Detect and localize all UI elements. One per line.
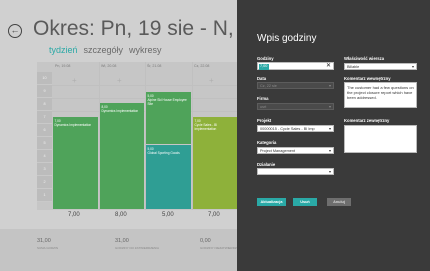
project-value: 00000015 - Cycle Sales - BI Imp bbox=[260, 127, 315, 131]
view-tabs: tydzień szczegóły wykresy bbox=[49, 45, 162, 55]
time-entry-block[interactable]: 5,00 Global Sporting Goods bbox=[146, 145, 191, 209]
column-header: Śr, 21.08 bbox=[147, 64, 162, 68]
hours-label: Godziny bbox=[257, 56, 274, 61]
date-field: Cz, 22 sie ▾ bbox=[257, 82, 334, 89]
panel-title: Wpis godziny bbox=[257, 33, 317, 44]
project-label: Projekt bbox=[257, 118, 272, 123]
line-property-select[interactable]: Billable ▾ bbox=[344, 63, 417, 70]
summary-label: GODZINY DO ZATWIERDZENIA bbox=[115, 246, 160, 250]
project-select[interactable]: 00000015 - Cycle Sales - BI Imp ▾ bbox=[257, 125, 334, 132]
chevron-down-icon: ▾ bbox=[328, 83, 331, 88]
hour-label: 1 bbox=[37, 189, 52, 202]
add-entry-icon[interactable]: + bbox=[72, 76, 77, 85]
block-project: Cycle Sales - BI Implementation bbox=[194, 122, 218, 131]
summary-value: 31,00 bbox=[37, 238, 51, 244]
activity-label: Działanie bbox=[257, 162, 276, 167]
column-total: 7,00 bbox=[208, 212, 220, 218]
add-entry-icon[interactable]: + bbox=[209, 76, 214, 85]
hour-label: 6 bbox=[37, 124, 52, 137]
time-entry-block[interactable]: 5,00 Alpine Ski House Employee Site bbox=[146, 92, 191, 144]
internal-comment-label: Komentarz wewnętrzny bbox=[344, 76, 391, 81]
category-label: Kategoria bbox=[257, 140, 277, 145]
calendar-view: ← Okres: Pn, 19 sie - N, 25 sie tydzień … bbox=[0, 0, 296, 271]
column-header: Pn, 19.08 bbox=[55, 64, 71, 68]
summary-value: 0,00 bbox=[200, 238, 211, 244]
hour-label: 8 bbox=[37, 98, 52, 111]
column-header: Cz, 22.08 bbox=[194, 64, 210, 68]
hour-label: 4 bbox=[37, 150, 52, 163]
time-entry-block[interactable]: 7,00 Cycle Sales - BI Implementation bbox=[193, 117, 237, 209]
column-total: 7,00 bbox=[68, 212, 80, 218]
block-project: Global Sporting Goods bbox=[147, 150, 180, 155]
column-total: 5,00 bbox=[162, 212, 174, 218]
company-value: usrt bbox=[260, 105, 267, 109]
back-arrow-icon[interactable]: ← bbox=[8, 24, 22, 38]
hours-value: 7,00 bbox=[259, 64, 269, 70]
hour-label: 10 bbox=[37, 72, 52, 85]
hours-input[interactable]: 7,00 ✕ bbox=[257, 62, 334, 70]
date-label: Data bbox=[257, 76, 267, 81]
time-entry-panel: Wpis godziny Godziny 7,00 ✕ Data Cz, 22 … bbox=[237, 0, 430, 271]
tab-charts[interactable]: wykresy bbox=[129, 45, 162, 55]
summary-value: 31,00 bbox=[115, 238, 129, 244]
block-project: Alpine Ski House Employee Site bbox=[147, 97, 187, 106]
tab-week[interactable]: tydzień bbox=[49, 45, 78, 55]
block-project: Dynamics Implementation bbox=[101, 108, 139, 113]
column-total: 8,00 bbox=[115, 212, 127, 218]
chevron-down-icon: ▾ bbox=[328, 104, 331, 109]
hour-label: 5 bbox=[37, 137, 52, 150]
chevron-down-icon: ▾ bbox=[328, 169, 331, 174]
hour-scale: 10 9 8 7 6 5 4 3 2 1 bbox=[37, 72, 52, 210]
activity-select[interactable]: ▾ bbox=[257, 168, 334, 175]
update-button[interactable]: Aktualizacja bbox=[257, 198, 286, 206]
delete-button[interactable]: Usuń bbox=[293, 198, 317, 206]
summary-label: SUMA GODZIN bbox=[37, 246, 59, 250]
category-value: Project Management bbox=[260, 149, 296, 153]
line-property-label: Właściwość wiersza bbox=[344, 56, 385, 61]
chevron-down-icon: ▾ bbox=[411, 64, 414, 69]
company-label: Firma bbox=[257, 96, 269, 101]
summary-bar: 31,00 SUMA GODZIN 31,00 GODZINY DO ZATWI… bbox=[0, 229, 243, 271]
add-entry-icon[interactable]: + bbox=[117, 76, 122, 85]
company-select: usrt ▾ bbox=[257, 103, 334, 110]
chevron-down-icon: ▾ bbox=[328, 148, 331, 153]
external-comment-input[interactable] bbox=[344, 125, 417, 153]
hour-label: 7 bbox=[37, 111, 52, 124]
external-comment-label: Komentarz zewnętrzny bbox=[344, 118, 390, 123]
line-property-value: Billable bbox=[347, 65, 360, 69]
time-entry-block[interactable]: 8,00 Dynamics Implementation bbox=[100, 103, 144, 209]
hour-label: 2 bbox=[37, 176, 52, 189]
cancel-button[interactable]: Anuluj bbox=[327, 198, 351, 206]
hour-label: 9 bbox=[37, 85, 52, 98]
chevron-down-icon: ▾ bbox=[328, 126, 331, 131]
hour-label: 3 bbox=[37, 163, 52, 176]
date-value: Cz, 22 sie bbox=[260, 84, 277, 88]
column-header: Wt, 20.08 bbox=[101, 64, 117, 68]
category-select[interactable]: Project Management ▾ bbox=[257, 147, 334, 154]
week-grid: Pn, 19.08 Wt, 20.08 Śr, 21.08 Cz, 22.08 … bbox=[37, 62, 237, 210]
column-totals: 7,00 8,00 5,00 7,00 bbox=[37, 210, 237, 224]
time-entry-block[interactable]: 7,00 Dynamics Implementation bbox=[53, 117, 98, 209]
block-project: Dynamics Implementation bbox=[54, 122, 92, 127]
clear-x-icon[interactable]: ✕ bbox=[326, 63, 331, 70]
tab-details[interactable]: szczegóły bbox=[84, 45, 124, 55]
internal-comment-input[interactable]: The customer had a few questions on the … bbox=[344, 82, 417, 108]
